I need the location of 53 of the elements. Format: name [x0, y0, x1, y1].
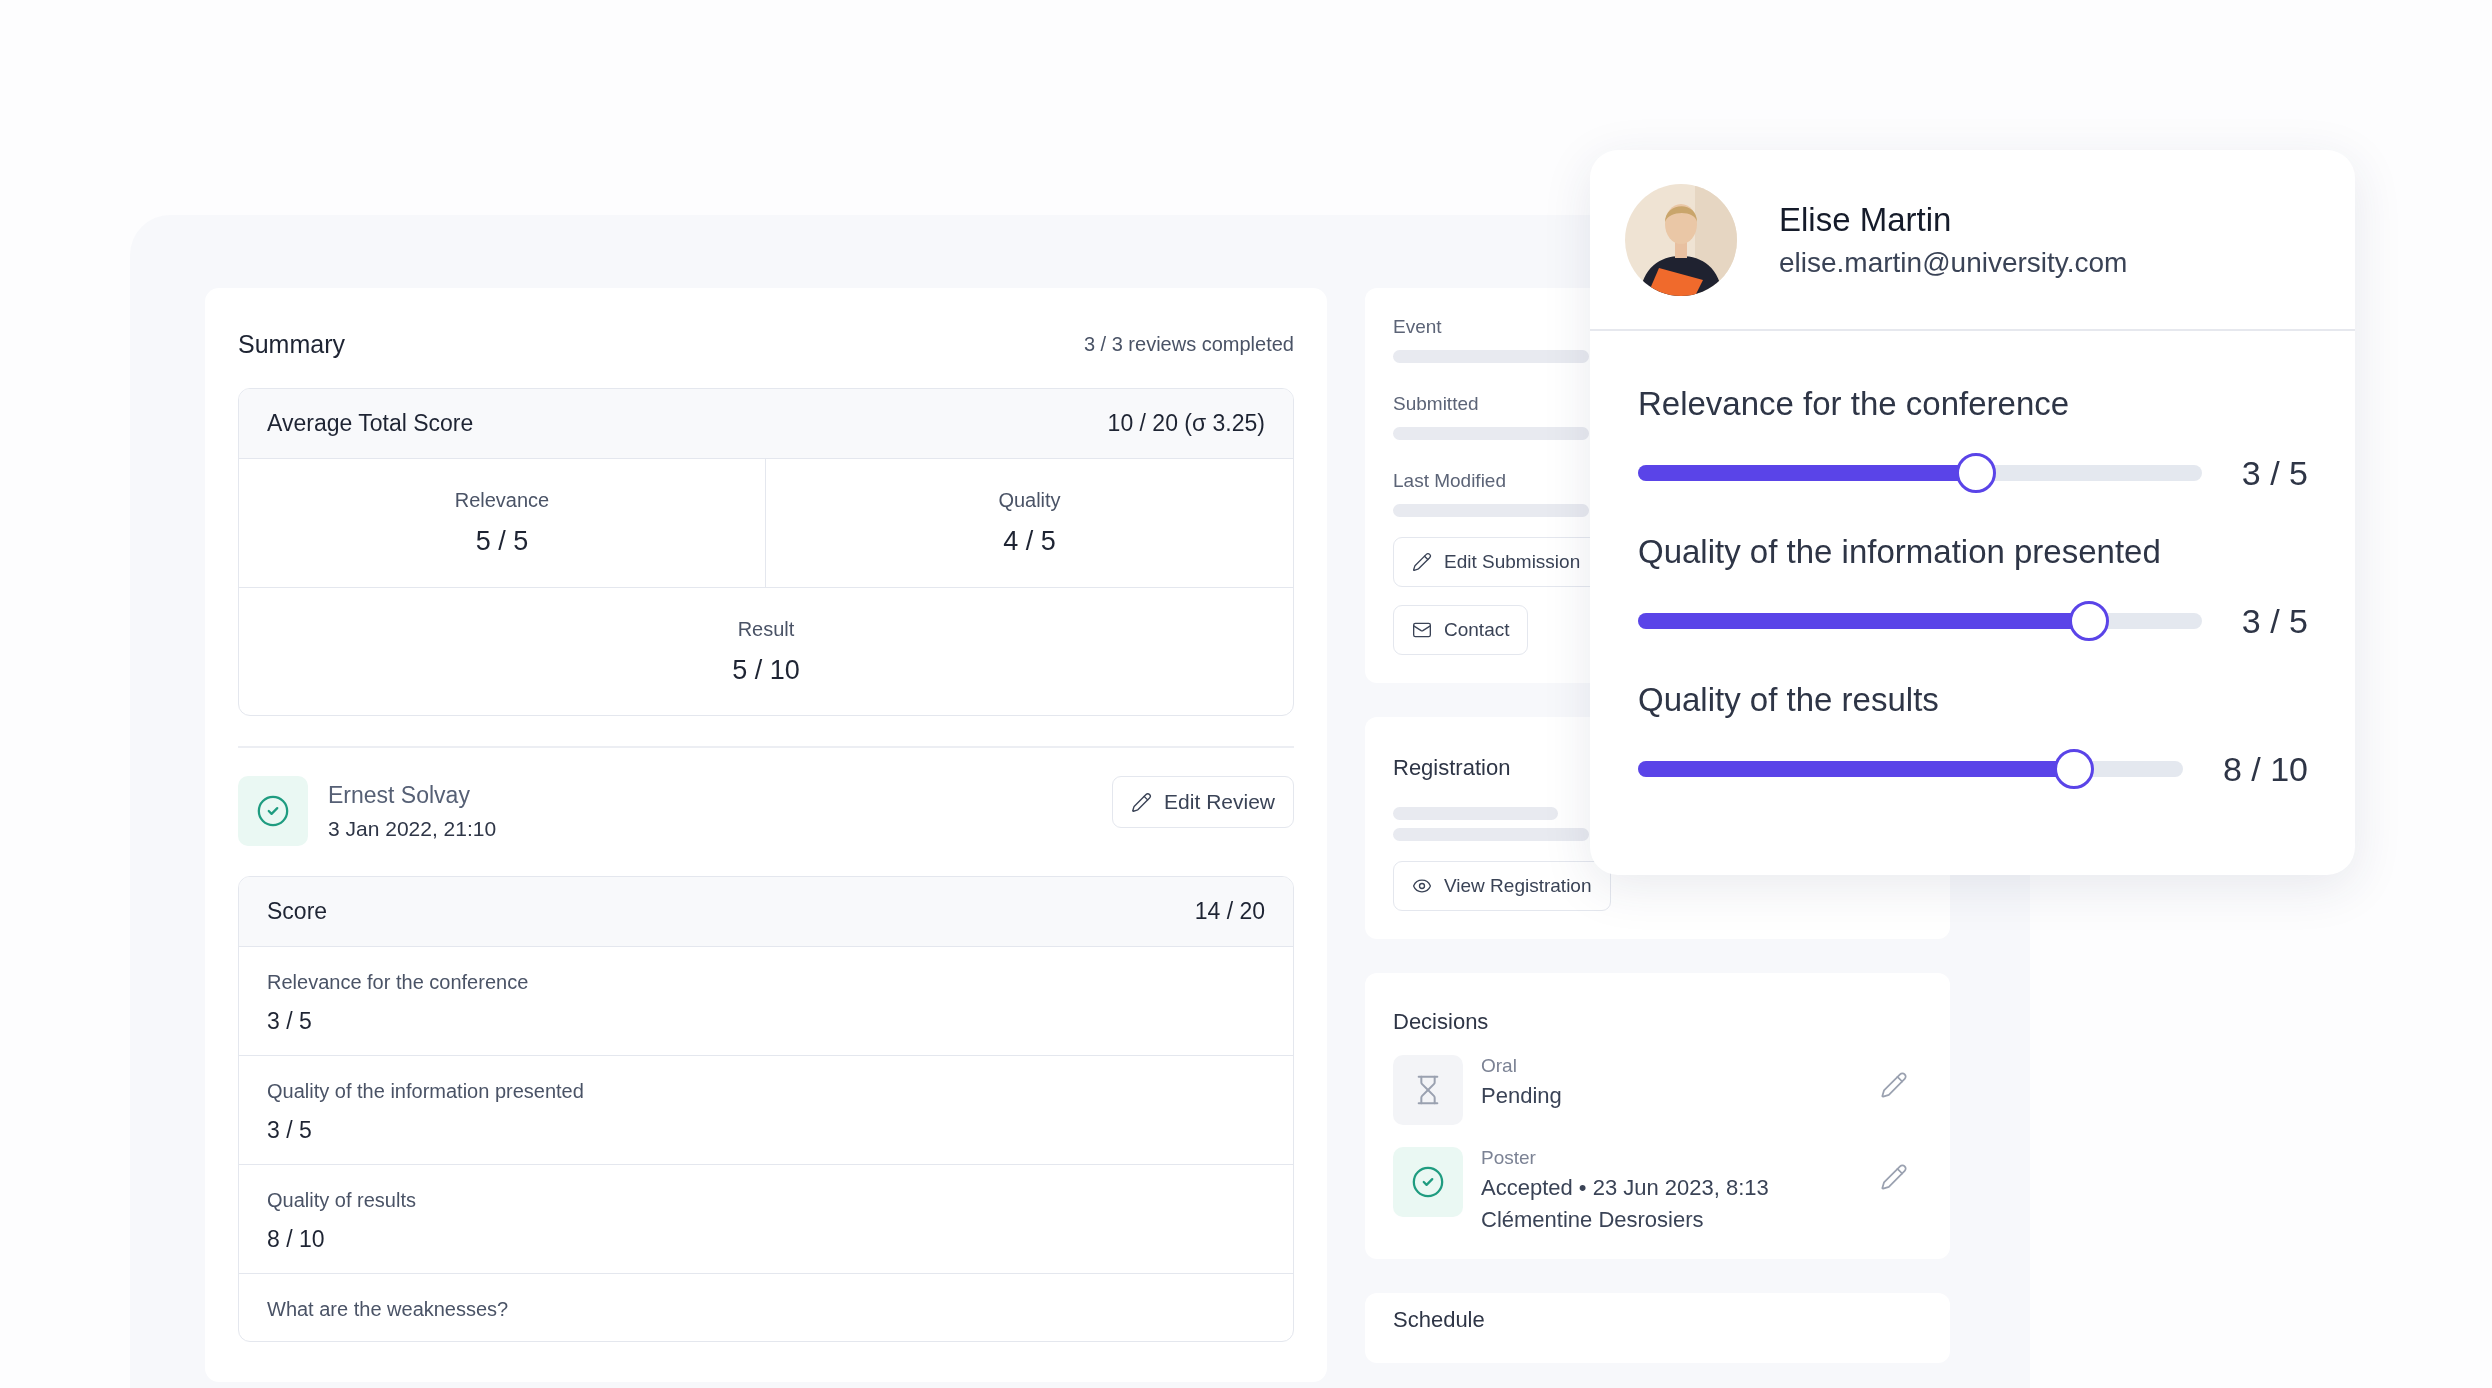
slider-thumb[interactable]: [2069, 601, 2110, 641]
reviewer-name: Elise Martin: [1779, 200, 1953, 239]
pencil-icon: [1412, 552, 1432, 572]
rating-label: Quality of the results: [1638, 681, 1939, 719]
decision-type: Poster: [1481, 1147, 1537, 1169]
metric-label: Quality: [998, 489, 1061, 512]
decision-status: Pending: [1481, 1083, 1563, 1109]
registration-title: Registration: [1393, 755, 1511, 781]
criterion-value: 3 / 5: [267, 1117, 313, 1144]
rating-label: Quality of the information presented: [1638, 533, 2161, 571]
contact-button[interactable]: Contact: [1393, 605, 1529, 655]
average-value: 10 / 20 (σ 3.25): [1107, 410, 1265, 437]
criterion-value: 8 / 10: [267, 1226, 326, 1253]
edit-icon[interactable]: [1880, 1071, 1908, 1099]
score-value: 14 / 20: [1194, 898, 1265, 925]
reviewer-email: elise.martin@university.com: [1779, 246, 2129, 279]
criterion-label: Quality of the information presented: [267, 1080, 585, 1103]
view-registration-button[interactable]: View Registration: [1393, 861, 1611, 911]
metric-label: Relevance: [454, 489, 550, 512]
rating-value: 3 / 5: [2241, 601, 2308, 641]
decisions-title: Decisions: [1393, 1009, 1489, 1035]
summary-title: Summary: [238, 329, 345, 359]
rating-value: 8 / 10: [2222, 749, 2308, 789]
reviewer-name: Ernest Solvay: [328, 781, 471, 809]
mail-icon: [1412, 620, 1432, 640]
decision-author: Clémentine Desrosiers: [1481, 1207, 1705, 1233]
question-label: What are the weaknesses?: [267, 1298, 510, 1321]
slider-thumb[interactable]: [1956, 453, 1997, 493]
field-label: Submitted: [1393, 393, 1479, 415]
edit-review-button[interactable]: Edit Review: [1112, 776, 1294, 828]
pencil-icon: [1131, 791, 1153, 813]
edit-icon[interactable]: [1880, 1163, 1908, 1191]
metric-value: 4 / 5: [1003, 526, 1056, 557]
check-circle-icon: [256, 794, 290, 828]
metric-value: 5 / 5: [475, 526, 529, 557]
rating-label: Relevance for the conference: [1638, 385, 2070, 423]
score-label: Score: [267, 898, 328, 925]
criterion-value: 3 / 5: [267, 1008, 313, 1035]
metric-value: 5 / 10: [732, 654, 800, 686]
slider-thumb[interactable]: [2053, 749, 2094, 789]
decision-status: Accepted • 23 Jun 2023, 8:13: [1481, 1175, 1770, 1201]
rating-value: 3 / 5: [2241, 453, 2308, 493]
criterion-label: Quality of results: [267, 1189, 417, 1212]
schedule-title: Schedule: [1393, 1307, 1485, 1333]
criterion-label: Relevance for the conference: [267, 971, 530, 994]
field-label: Event: [1393, 316, 1442, 338]
field-label: Last Modified: [1393, 470, 1506, 492]
average-label: Average Total Score: [267, 410, 474, 437]
review-date: 3 Jan 2022, 21:10: [328, 816, 498, 841]
decision-type: Oral: [1481, 1055, 1518, 1077]
metric-label: Result: [737, 617, 795, 641]
review-count: 3 / 3 reviews completed: [1083, 332, 1294, 356]
check-circle-icon: [1411, 1165, 1445, 1199]
